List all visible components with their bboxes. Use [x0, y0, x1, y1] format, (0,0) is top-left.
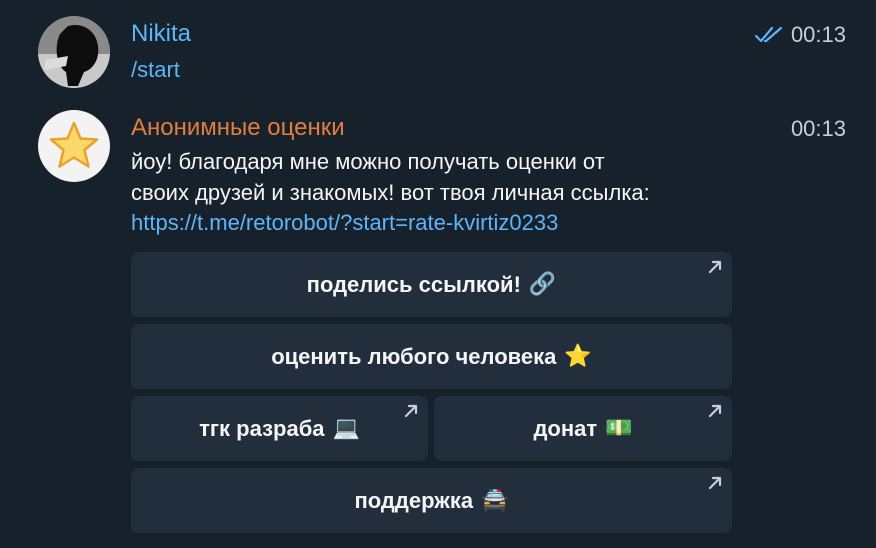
share-link-label: поделись ссылкой!	[306, 271, 521, 297]
message-time-bot: 00:13	[791, 116, 846, 142]
time-label: 00:13	[790, 116, 846, 141]
rate-anyone-button[interactable]: оценить любого человека ⭐	[131, 324, 732, 389]
message-text-line-2: своих друзей и знакомых! вот твоя личная…	[131, 180, 650, 205]
donate-button[interactable]: донат 💵	[434, 396, 732, 461]
external-arrow-icon	[708, 476, 722, 490]
bot-avatar[interactable]	[38, 110, 110, 182]
sender-name-bot[interactable]: Анонимные оценки	[131, 114, 345, 142]
link-icon: 🔗	[528, 272, 557, 297]
message-text-line-1: йоу! благодаря мне можно получать оценки…	[131, 149, 605, 174]
star-icon: ⭐	[564, 344, 592, 369]
rate-anyone-label: оценить любого человека	[271, 343, 557, 369]
dev-channel-button[interactable]: тгк разраба 💻	[131, 396, 428, 461]
laptop-icon: 💻	[332, 416, 360, 441]
dev-channel-label: тгк разраба	[199, 415, 325, 441]
referral-link[interactable]: https://t.me/retorobot/?start=rate-kvirt…	[131, 207, 558, 238]
external-arrow-icon	[708, 260, 722, 274]
police-car-icon: 🚔	[481, 488, 509, 513]
star-icon	[49, 121, 99, 168]
external-arrow-icon	[708, 404, 722, 418]
share-link-button[interactable]: поделись ссылкой! 🔗	[131, 252, 732, 317]
donate-label: донат	[533, 415, 598, 441]
external-arrow-icon	[404, 404, 418, 418]
support-label: поддержка	[354, 487, 474, 513]
banknote-icon: 💵	[605, 416, 633, 441]
support-button[interactable]: поддержка 🚔	[131, 468, 732, 533]
